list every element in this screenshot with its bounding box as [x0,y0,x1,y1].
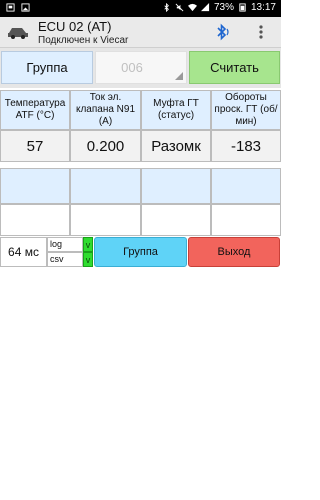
response-time: 64 мс [0,237,47,267]
clock: 13:17 [250,2,276,13]
group-action-button[interactable]: Группа [94,237,187,267]
empty-cell [70,168,141,204]
empty-cell [211,204,281,236]
empty-header-row [0,168,281,204]
status-left [6,3,30,12]
battery-icon [239,3,246,12]
column-header: Обороты проск. ГТ (об/мин) [211,90,281,130]
page-title: ECU 02 (AT) [38,19,112,34]
csv-checkbox[interactable]: v [83,252,93,267]
group-select-value: 006 [121,60,143,75]
read-button[interactable]: Считать [189,51,280,84]
group-button[interactable]: Группа [1,51,93,84]
status-bar: 73% 13:17 [0,0,281,17]
value-row: 57 0.200 Разомк -183 [0,130,281,162]
exit-button[interactable]: Выход [188,237,280,267]
bluetooth-icon [164,3,169,12]
header-row: Температура ATF (°C) Ток эл. клапана N91… [0,90,281,130]
image-icon [21,3,30,12]
empty-cell [0,168,70,204]
column-header: Температура ATF (°C) [0,90,70,130]
status-right: 73% 13:17 [162,2,276,13]
empty-cell [0,204,70,236]
dropdown-corner-icon [175,72,183,80]
notification-icon [6,3,15,12]
bottom-controls: 64 мс log v csv v Группа Выход [0,237,281,267]
column-header: Ток эл. клапана N91 (А) [70,90,141,130]
signal-icon [200,3,210,12]
empty-value-row [0,204,281,236]
group-toolbar: Группа 006 Считать [0,48,281,88]
empty-cell [70,204,141,236]
battery-percent: 73% [213,2,234,13]
empty-cell [141,204,211,236]
more-vert-icon[interactable] [257,24,265,40]
empty-cell [211,168,281,204]
bluetooth-icon[interactable] [214,23,230,41]
app-bar: ECU 02 (AT) Подключен к Viecar [0,17,281,48]
group-select[interactable]: 006 [95,51,187,84]
car-icon [8,28,28,39]
csv-label: csv [47,252,83,267]
value-cell: -183 [211,130,281,162]
value-cell: 57 [0,130,70,162]
empty-cell [141,168,211,204]
log-label: log [47,237,83,252]
log-checkbox[interactable]: v [83,237,93,252]
column-header: Муфта ГТ (статус) [141,90,211,130]
value-cell: Разомк [141,130,211,162]
wifi-icon [187,3,197,12]
connection-status: Подключен к Viecar [38,35,129,46]
value-cell: 0.200 [70,130,141,162]
mute-icon [175,3,184,12]
